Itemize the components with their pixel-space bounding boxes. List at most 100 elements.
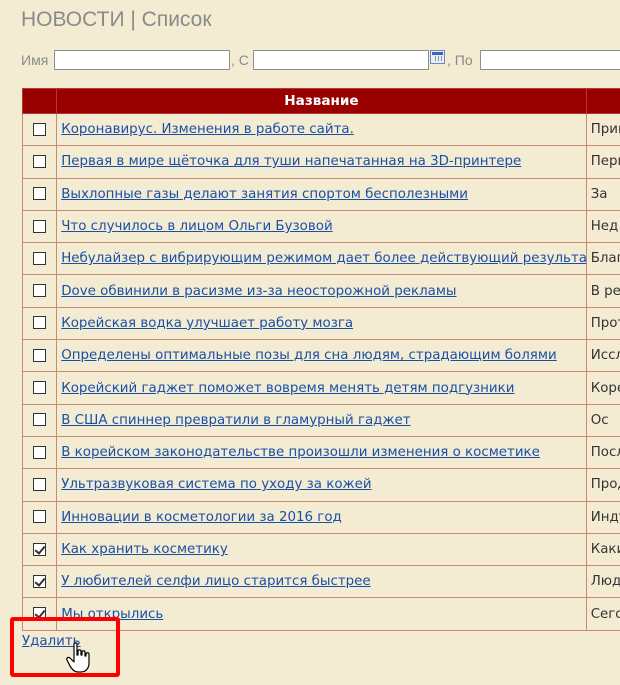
row-title-cell: Инновации в косметологии за 2016 год: [56, 500, 587, 534]
page-title: НОВОСТИ | Список: [21, 8, 212, 31]
table-row: Ультразвуковая система по уходу за кожей…: [21, 468, 620, 502]
row-title-cell: Корейский гаджет поможет вовремя менять …: [56, 371, 587, 405]
row-checkbox[interactable]: [33, 251, 47, 265]
row-desc-cell: Прив: [585, 112, 620, 147]
table-row: Определены оптимальные позы для сна людя…: [21, 339, 620, 373]
row-check-cell: [21, 177, 58, 211]
row-title-cell: Как хранить косметику: [56, 532, 587, 567]
table-row: В США спиннер превратили в гламурный гад…: [21, 403, 620, 437]
row-title-cell: Dove обвинили в расизме из-за неосторожн…: [56, 274, 587, 308]
table-row: Первая в мире щёточка для туши напечатан…: [21, 145, 620, 179]
news-title-link[interactable]: Коронавирус. Изменения в работе сайта.: [61, 122, 354, 137]
row-title-cell: В корейском законодательстве произошли и…: [56, 435, 587, 470]
column-desc-header: [585, 88, 620, 114]
table-row: У любителей селфи лицо старится быстрее Л…: [21, 565, 620, 599]
news-title-link[interactable]: Dove обвинили в расизме из-за неосторожн…: [61, 284, 456, 299]
row-desc-cell: Ос: [585, 403, 620, 437]
row-desc-cell: Прот: [585, 306, 620, 341]
table-row: Dove обвинили в расизме из-за неосторожн…: [21, 274, 620, 308]
name-label: Имя: [21, 52, 49, 68]
table-row: Как хранить косметику Каки: [21, 532, 620, 567]
row-checkbox[interactable]: [33, 542, 47, 556]
row-desc-cell: Нед: [585, 209, 620, 244]
row-desc-cell: Благо: [585, 242, 620, 276]
news-title-link[interactable]: Что случилось в лицом Ольги Бузовой: [61, 219, 332, 234]
row-checkbox[interactable]: [33, 348, 47, 362]
row-check-cell: [21, 209, 58, 244]
table-row: Что случилось в лицом Ольги Бузовой Нед: [21, 209, 620, 244]
row-check-cell: [21, 532, 58, 567]
row-desc-cell: Иссл: [585, 339, 620, 373]
column-title-header: Название: [56, 88, 587, 114]
row-checkbox[interactable]: [33, 510, 47, 524]
news-title-link[interactable]: Определены оптимальные позы для сна людя…: [61, 348, 556, 363]
news-title-link[interactable]: Корейский гаджет поможет вовремя менять …: [61, 381, 514, 396]
row-checkbox[interactable]: [33, 413, 47, 427]
row-checkbox[interactable]: [33, 154, 47, 168]
from-label: , С: [231, 52, 249, 68]
hand-cursor-icon: [66, 642, 90, 673]
row-desc-cell: Каки: [585, 532, 620, 567]
row-desc-cell: За: [585, 177, 620, 211]
row-checkbox[interactable]: [33, 445, 47, 459]
row-desc-cell: Инду: [585, 500, 620, 534]
news-title-link[interactable]: Ультразвуковая система по уходу за кожей: [61, 477, 371, 492]
table-row: Инновации в косметологии за 2016 год Инду: [21, 500, 620, 534]
table-row: Выхлопные газы делают занятия спортом бе…: [21, 177, 620, 211]
row-checkbox[interactable]: [33, 284, 47, 298]
row-check-cell: [21, 403, 58, 437]
news-title-link[interactable]: Как хранить косметику: [61, 542, 228, 557]
row-title-cell: Мы открылись: [56, 597, 587, 631]
row-check-cell: [21, 242, 58, 276]
news-title-link[interactable]: У любителей селфи лицо старится быстрее: [61, 574, 370, 589]
row-checkbox[interactable]: [33, 316, 47, 330]
row-desc-cell: Прод: [585, 468, 620, 502]
row-check-cell: [21, 339, 58, 373]
row-check-cell: [21, 435, 58, 470]
row-check-cell: [21, 112, 58, 147]
news-title-link[interactable]: Выхлопные газы делают занятия спортом бе…: [61, 187, 468, 202]
row-checkbox[interactable]: [33, 187, 47, 201]
row-title-cell: Первая в мире щёточка для туши напечатан…: [56, 145, 587, 179]
row-desc-cell: Перв: [585, 145, 620, 179]
row-title-cell: Ультразвуковая система по уходу за кожей: [56, 468, 587, 502]
news-title-link[interactable]: Первая в мире щёточка для туши напечатан…: [61, 154, 521, 169]
row-check-cell: [21, 274, 58, 308]
name-input[interactable]: [54, 50, 230, 70]
from-date-input[interactable]: [253, 50, 429, 70]
row-check-cell: [21, 468, 58, 502]
row-checkbox[interactable]: [33, 574, 47, 588]
filter-bar: Имя , С , По: [21, 50, 620, 72]
row-title-cell: Небулайзер с вибрирующим режимом дает бо…: [56, 242, 587, 276]
news-title-link[interactable]: Инновации в косметологии за 2016 год: [61, 510, 342, 525]
row-title-cell: В США спиннер превратили в гламурный гад…: [56, 403, 587, 437]
to-date-input[interactable]: [480, 50, 620, 70]
header-check-cell: [21, 88, 57, 114]
row-desc-cell: После: [585, 435, 620, 470]
news-title-link[interactable]: Корейская водка улучшает работу мозга: [61, 316, 353, 331]
news-title-link[interactable]: В США спиннер превратили в гламурный гад…: [61, 413, 410, 428]
row-title-cell: Выхлопные газы делают занятия спортом бе…: [56, 177, 587, 211]
table-row: Коронавирус. Изменения в работе сайта. Пр…: [21, 112, 620, 147]
row-desc-cell: Сегод: [585, 597, 620, 631]
row-desc-cell: В рек: [585, 274, 620, 308]
row-check-cell: [21, 371, 58, 405]
calendar-icon[interactable]: [430, 50, 445, 64]
row-checkbox[interactable]: [33, 122, 47, 136]
row-checkbox[interactable]: [33, 477, 47, 491]
row-checkbox[interactable]: [33, 381, 47, 395]
table-row: Небулайзер с вибрирующим режимом дает бо…: [21, 242, 620, 276]
row-title-cell: Определены оптимальные позы для сна людя…: [56, 339, 587, 373]
row-check-cell: [21, 306, 58, 341]
row-title-cell: Что случилось в лицом Ольги Бузовой: [56, 209, 587, 244]
table-row: Корейская водка улучшает работу мозга Про…: [21, 306, 620, 341]
row-desc-cell: Люди: [585, 565, 620, 599]
news-title-link[interactable]: Небулайзер с вибрирующим режимом дает бо…: [61, 251, 585, 266]
row-check-cell: [21, 565, 58, 599]
news-title-link[interactable]: В корейском законодательстве произошли и…: [61, 445, 540, 460]
table-row: Корейский гаджет поможет вовремя менять …: [21, 371, 620, 405]
table-row: В корейском законодательстве произошли и…: [21, 435, 620, 470]
row-checkbox[interactable]: [33, 219, 47, 233]
row-title-cell: Корейская водка улучшает работу мозга: [56, 306, 587, 341]
row-title-cell: У любителей селфи лицо старится быстрее: [56, 565, 587, 599]
